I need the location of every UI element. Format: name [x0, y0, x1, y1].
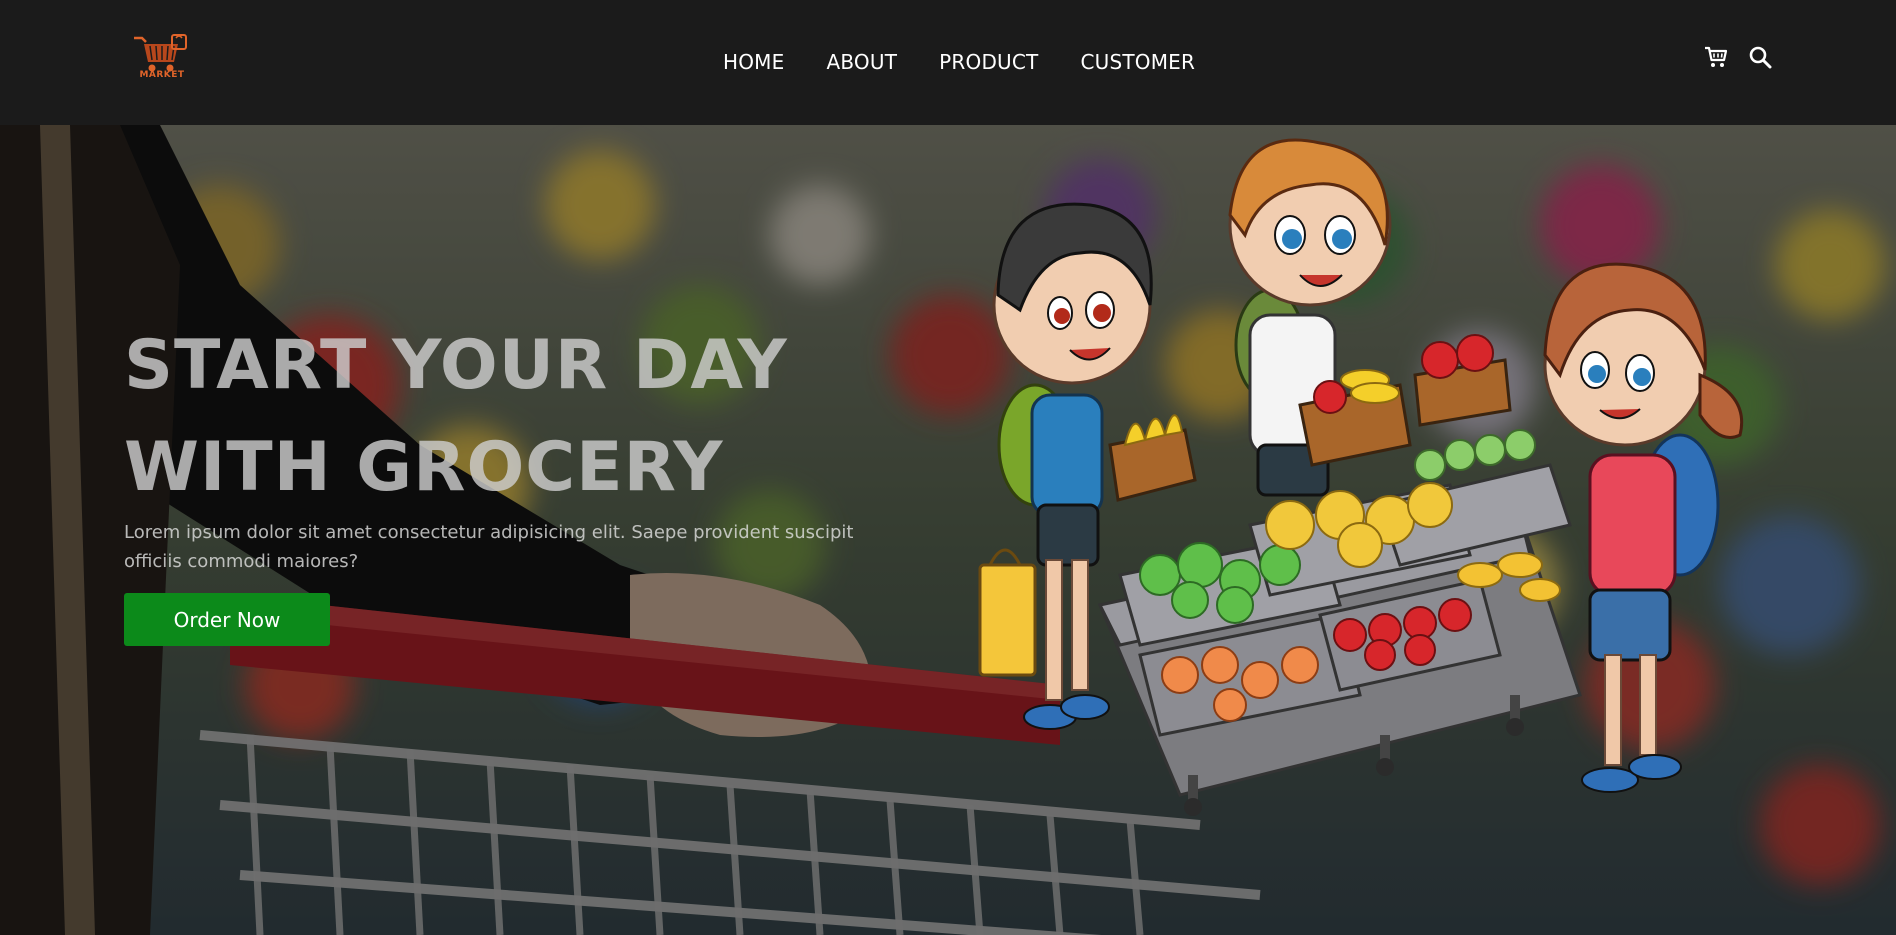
nav-product[interactable]: PRODUCT: [939, 47, 1038, 77]
hero-title-line-2: WITH GROCERY: [124, 428, 724, 507]
logo-text: MARKET: [139, 70, 185, 80]
hero-title-line-1: START YOUR DAY: [124, 326, 788, 405]
main-nav: HOME ABOUT PRODUCT CUSTOMER: [723, 47, 1195, 77]
brand-logo[interactable]: MARKET: [132, 32, 192, 84]
cart-icon[interactable]: [1704, 45, 1728, 69]
hero-title: START YOUR DAY WITH GROCERY: [124, 315, 788, 519]
search-icon[interactable]: [1748, 45, 1772, 69]
nav-about[interactable]: ABOUT: [826, 47, 897, 77]
navbar: MARKET HOME ABOUT PRODUCT CUSTOMER: [0, 0, 1896, 125]
hero-description: Lorem ipsum dolor sit amet consectetur a…: [124, 522, 854, 572]
nav-customer[interactable]: CUSTOMER: [1080, 47, 1195, 77]
nav-home[interactable]: HOME: [723, 47, 784, 77]
order-now-button[interactable]: Order Now: [124, 593, 330, 646]
nav-icons: [1704, 45, 1772, 69]
kids-produce-stand-illustration: [978, 138, 1744, 816]
hero-section: START YOUR DAY WITH GROCERY Lorem ipsum …: [0, 125, 1896, 935]
